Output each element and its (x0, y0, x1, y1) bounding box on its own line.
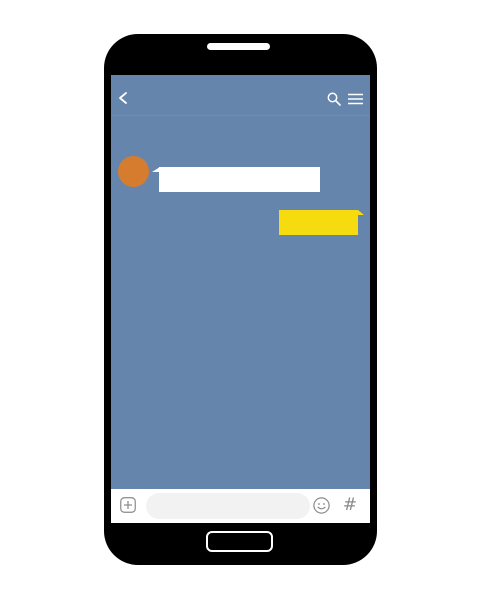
chat-screen: # (111, 75, 370, 523)
search-icon[interactable] (327, 92, 341, 106)
home-button[interactable] (206, 531, 273, 552)
phone-device: # (104, 34, 377, 565)
hamburger-menu-icon[interactable] (348, 93, 363, 105)
incoming-message-bubble[interactable] (159, 167, 320, 192)
outgoing-bubble-tail (358, 210, 364, 215)
chat-header (111, 75, 370, 116)
hashtag-icon[interactable]: # (342, 496, 358, 514)
plus-square-icon[interactable] (120, 497, 136, 513)
message-composer: # (111, 489, 370, 523)
outgoing-message-bubble[interactable] (279, 210, 358, 235)
smiley-face-icon[interactable] (313, 497, 330, 514)
message-input[interactable] (146, 493, 310, 519)
earpiece-speaker (207, 43, 270, 50)
chevron-left-icon[interactable] (117, 91, 129, 105)
contact-avatar[interactable] (118, 156, 149, 187)
